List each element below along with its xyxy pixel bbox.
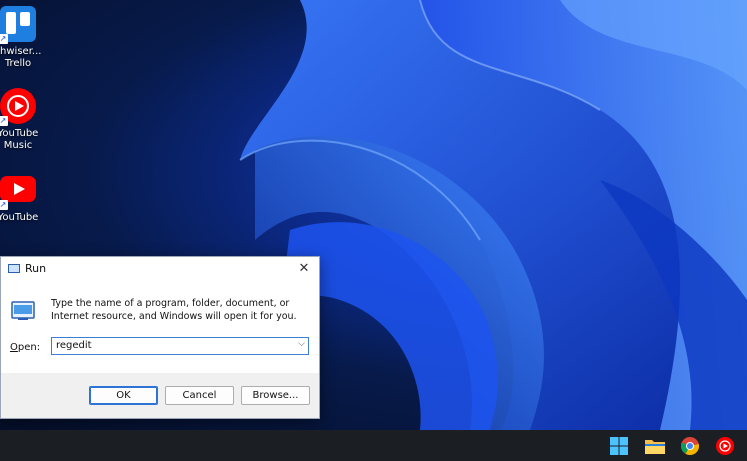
desktop-icon-youtube[interactable]: ↗ YouTube	[0, 172, 48, 224]
run-description: Type the name of a program, folder, docu…	[51, 298, 297, 322]
open-input[interactable]	[56, 340, 286, 351]
shortcut-arrow-icon: ↗	[0, 34, 8, 44]
shortcut-arrow-icon: ↗	[0, 116, 8, 126]
open-label: Open:	[10, 342, 40, 353]
trello-icon: ↗	[0, 6, 36, 44]
run-title: Run	[25, 262, 47, 275]
run-body: Type the name of a program, folder, docu…	[1, 281, 319, 373]
desktop-icon-youtube-music[interactable]: ↗ YouTube Music	[0, 88, 48, 152]
desktop-icon-label: Music	[3, 140, 33, 151]
run-dialog: Run ✕ Type the name of a program, folder…	[0, 256, 320, 419]
browse-button[interactable]: Browse...	[241, 386, 310, 405]
desktop-icon-label: YouTube	[0, 212, 39, 223]
run-titlebar[interactable]: Run ✕	[1, 257, 319, 281]
youtube-music-icon: ↗	[0, 88, 36, 126]
desktop-icon-trello[interactable]: ↗ chwiser... Trello	[0, 6, 48, 70]
open-label-accelerator: O	[10, 342, 18, 353]
shortcut-arrow-icon: ↗	[0, 200, 8, 210]
windows-start-icon[interactable]	[610, 437, 628, 455]
cancel-button[interactable]: Cancel	[165, 386, 234, 405]
open-combobox[interactable]: ⌵	[51, 337, 309, 355]
desktop-icon-label: YouTube	[0, 128, 39, 139]
chevron-down-icon[interactable]: ⌵	[298, 339, 305, 349]
desktop: ↗ chwiser... Trello ↗ YouTube Music ↗ Yo…	[0, 0, 747, 430]
file-explorer-icon[interactable]	[645, 437, 665, 455]
ok-button[interactable]: OK	[89, 386, 158, 405]
youtube-music-icon[interactable]	[716, 437, 734, 455]
run-footer: OK Cancel Browse...	[1, 373, 319, 418]
chrome-icon[interactable]	[680, 437, 700, 456]
close-icon: ✕	[298, 261, 310, 276]
open-label-text: pen:	[17, 342, 41, 353]
close-button[interactable]: ✕	[293, 259, 315, 279]
desktop-icon-label: chwiser...	[0, 46, 42, 57]
desktop-icon-label: Trello	[4, 58, 32, 69]
run-window-icon	[8, 264, 20, 273]
taskbar	[0, 430, 747, 461]
youtube-icon: ↗	[0, 172, 36, 210]
run-app-icon	[11, 301, 35, 321]
